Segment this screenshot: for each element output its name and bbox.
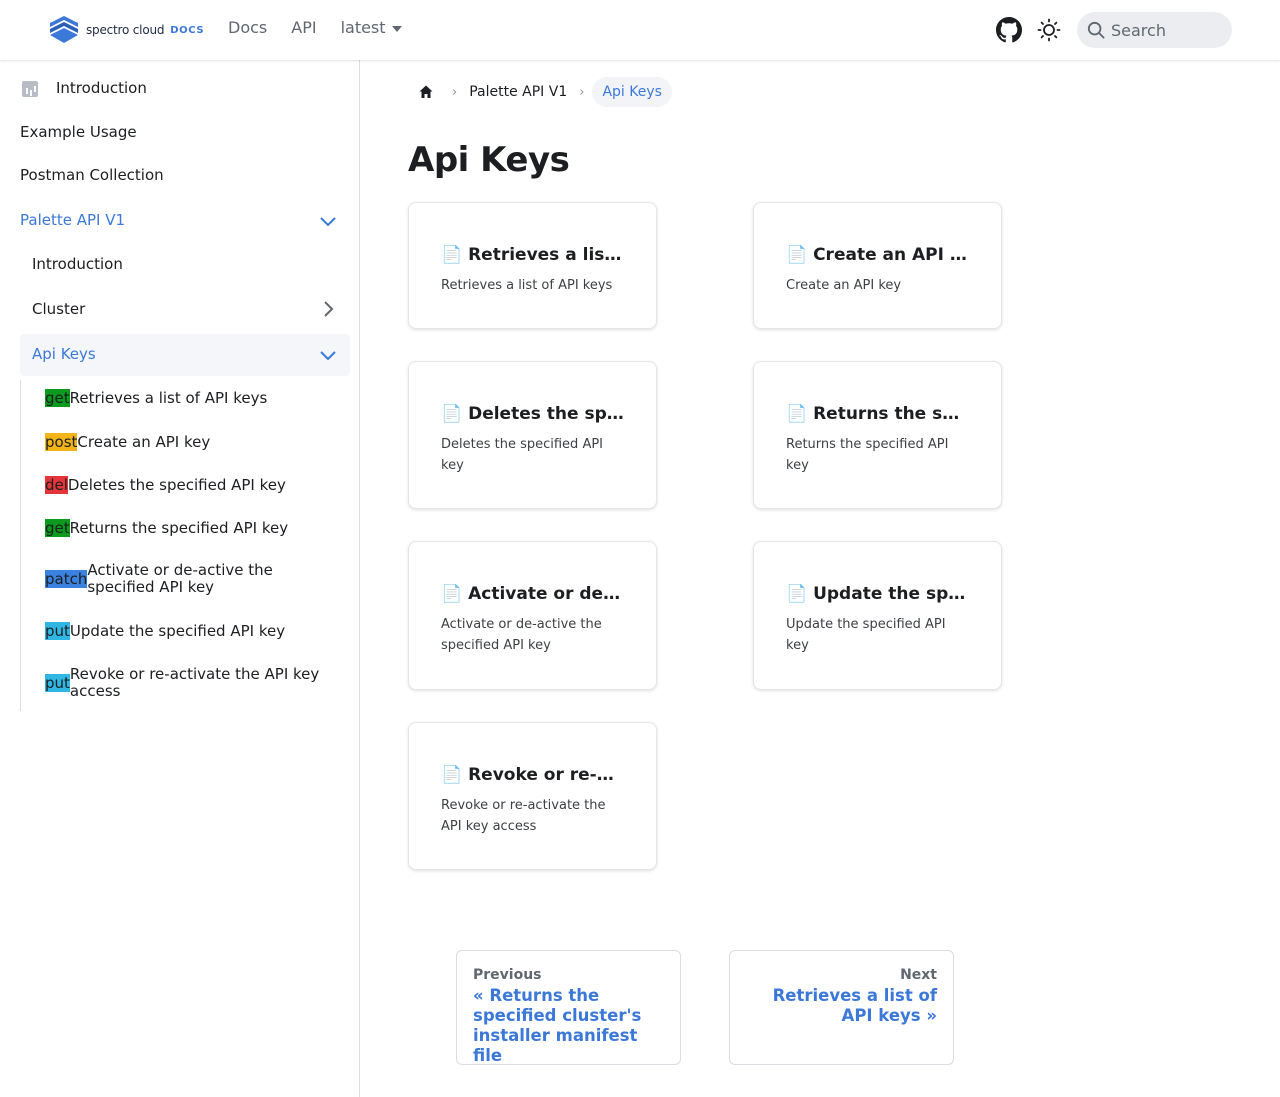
sidebar-endpoint-del[interactable]: del Deletes the specified API key <box>45 476 335 494</box>
nav-links: Docs API latest <box>228 18 426 37</box>
card-description: Deletes the specified API key <box>441 437 604 473</box>
method-badge-get: get <box>45 389 70 407</box>
card-activate[interactable]: 📄️ Activate or de-active the specified A… <box>408 541 657 690</box>
sidebar: Introduction Example Usage Postman Colle… <box>0 60 360 1097</box>
version-dropdown[interactable]: latest <box>341 18 402 37</box>
card-description: Activate or de-active the specified API … <box>441 617 602 653</box>
card-title: 📄️ Update the specified API key <box>786 584 969 604</box>
chevron-down-icon[interactable] <box>318 345 338 365</box>
sidebar-endpoint-get-one[interactable]: get Returns the specified API key <box>45 519 335 537</box>
endpoint-label: Create an API key <box>77 432 211 451</box>
pagination-previous[interactable]: Previous « Returns the specified cluster… <box>456 950 681 1065</box>
card-description: Retrieves a list of API keys <box>441 278 613 293</box>
breadcrumb-separator-icon: › <box>579 84 585 100</box>
card-retrieves-list[interactable]: 📄️ Retrieves a list of API keys Retrieve… <box>408 202 657 329</box>
pagination-next[interactable]: Next Retrieves a list of API keys » <box>729 950 954 1065</box>
card-description: Create an API key <box>786 278 902 293</box>
pagination-next-label: Retrieves a list of API keys » <box>772 986 937 1025</box>
logo-docs-badge: DOCS <box>170 24 205 36</box>
theme-toggle-icon[interactable] <box>1037 18 1061 42</box>
sidebar-section-palette-api-v1[interactable]: Palette API V1 <box>20 211 125 229</box>
method-badge-put: put <box>45 674 70 692</box>
card-description: Update the specified API key <box>786 617 946 653</box>
card-title: 📄️ Activate or de-active the specified A… <box>441 584 624 604</box>
pagination-previous-label: « Returns the specified cluster's instal… <box>473 986 642 1065</box>
spectro-cloud-logo-icon <box>50 16 78 43</box>
card-description: Returns the specified API key <box>786 437 949 473</box>
sidebar-endpoint-patch[interactable]: patch Activate or de-active the specifie… <box>45 562 335 596</box>
sidebar-indent-line <box>20 380 21 711</box>
card-title: 📄️ Revoke or re-activate the API key acc… <box>441 765 624 785</box>
home-icon[interactable] <box>408 76 444 108</box>
pagination-previous-sub: Previous <box>473 967 542 983</box>
card-update[interactable]: 📄️ Update the specified API key Update t… <box>753 541 1002 690</box>
breadcrumb-palette-api-v1[interactable]: Palette API V1 <box>465 84 571 100</box>
logo-text: spectro cloud <box>86 23 165 37</box>
logo[interactable]: spectro cloud DOCS <box>48 15 204 45</box>
card-title: 📄️ Deletes the specified API key <box>441 404 624 424</box>
sidebar-item-api-keys[interactable]: Api Keys <box>32 345 96 363</box>
method-badge-patch: patch <box>45 570 88 588</box>
card-delete[interactable]: 📄️ Deletes the specified API key Deletes… <box>408 361 657 509</box>
breadcrumb-current: Api Keys <box>592 77 672 107</box>
method-badge-post: post <box>45 433 78 451</box>
search-input[interactable]: Search <box>1077 12 1232 48</box>
method-badge-get: get <box>45 519 70 537</box>
sidebar-endpoint-put-revoke[interactable]: put Revoke or re-activate the API key ac… <box>45 666 335 700</box>
card-revoke[interactable]: 📄️ Revoke or re-activate the API key acc… <box>408 722 657 870</box>
nav-link-api[interactable]: API <box>291 18 316 37</box>
sidebar-endpoint-post-create[interactable]: post Create an API key <box>45 433 335 451</box>
endpoint-label: Deletes the specified API key <box>67 475 286 494</box>
endpoint-label: Update the specified API key <box>69 621 286 640</box>
sidebar-endpoint-get-list[interactable]: get Retrieves a list of API keys <box>45 389 335 407</box>
navbar: spectro cloud DOCS Docs API latest Searc… <box>0 0 1280 60</box>
sidebar-endpoint-put-update[interactable]: put Update the specified API key <box>45 622 335 640</box>
search-icon <box>1087 21 1105 39</box>
card-returns[interactable]: 📄️ Returns the specified API key Returns… <box>753 361 1002 509</box>
breadcrumb-separator-icon: › <box>452 84 458 100</box>
card-description: Revoke or re-activate the API key access <box>441 798 606 834</box>
version-label: latest <box>340 18 386 37</box>
endpoint-label: Revoke or re-activate the API key access <box>69 665 320 700</box>
breadcrumb: › Palette API V1 › Api Keys <box>408 76 672 108</box>
page-title: Api Keys <box>408 140 570 180</box>
card-title: 📄️ Retrieves a list of API keys <box>441 245 624 265</box>
sidebar-item-introduction[interactable]: Introduction <box>56 79 147 97</box>
method-badge-put: put <box>45 622 70 640</box>
sidebar-item-postman-collection[interactable]: Postman Collection <box>20 166 164 184</box>
endpoint-label: Retrieves a list of API keys <box>69 388 268 407</box>
caret-down-icon <box>391 25 402 32</box>
github-icon[interactable] <box>996 17 1022 43</box>
card-title: 📄️ Create an API key <box>786 245 969 265</box>
endpoint-label: Activate or de-active the specified API … <box>87 561 273 596</box>
card-create[interactable]: 📄️ Create an API key Create an API key <box>753 202 1002 329</box>
introduction-icon <box>22 81 38 97</box>
method-badge-del: del <box>45 476 68 494</box>
chevron-down-icon[interactable] <box>318 211 338 231</box>
sidebar-item-example-usage[interactable]: Example Usage <box>20 123 137 141</box>
sidebar-item-cluster[interactable]: Cluster <box>32 300 85 318</box>
chevron-right-icon[interactable] <box>318 299 338 319</box>
search-placeholder: Search <box>1111 20 1166 40</box>
card-title: 📄️ Returns the specified API key <box>786 404 969 424</box>
endpoint-label: Returns the specified API key <box>69 518 289 537</box>
home-icon-glyph <box>419 85 433 98</box>
sidebar-item-v1-introduction[interactable]: Introduction <box>32 255 123 273</box>
nav-link-docs[interactable]: Docs <box>228 18 267 37</box>
pagination-next-sub: Next <box>900 967 937 983</box>
